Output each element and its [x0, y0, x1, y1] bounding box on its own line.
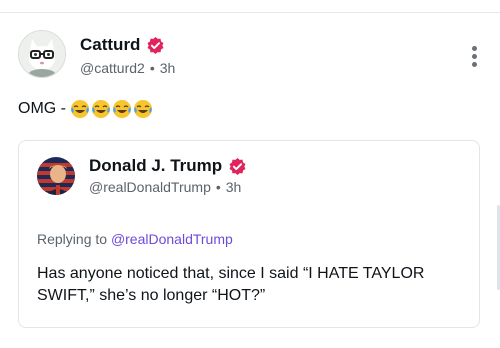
quoted-post-text: Has anyone noticed that, since I said “I…: [37, 265, 425, 304]
quoted-post-time[interactable]: 3h: [226, 179, 242, 195]
emoji-row: [70, 99, 153, 119]
tears-of-joy-emoji-icon: [92, 100, 110, 118]
author-row: Catturd: [80, 35, 165, 55]
tears-of-joy-emoji-icon: [113, 100, 131, 118]
quoted-author-row: Donald J. Trump: [89, 156, 247, 176]
quoted-author-name[interactable]: Donald J. Trump: [89, 156, 222, 176]
meta-separator: •: [149, 60, 155, 76]
quoted-avatar[interactable]: [37, 157, 75, 195]
verified-badge-icon: [228, 157, 247, 176]
replying-to-label: Replying to: [37, 231, 108, 247]
tears-of-joy-emoji-icon: [134, 100, 152, 118]
quoted-author-handle[interactable]: @realDonaldTrump: [89, 179, 211, 195]
author-name[interactable]: Catturd: [80, 35, 140, 55]
tears-of-joy-emoji-icon: [71, 100, 89, 118]
replying-to: Replying to @realDonaldTrump: [37, 231, 233, 247]
quoted-post[interactable]: Donald J. Trump @realDonaldTrump • 3h Re…: [18, 140, 480, 328]
post-meta: @catturd2 • 3h: [80, 60, 175, 76]
top-divider: [0, 12, 500, 13]
quoted-post-meta: @realDonaldTrump • 3h: [89, 179, 241, 195]
author-handle[interactable]: @catturd2: [80, 60, 145, 76]
avatar[interactable]: [18, 30, 66, 78]
post-text-content: OMG -: [18, 100, 66, 117]
post-time[interactable]: 3h: [160, 60, 176, 76]
more-vertical-icon[interactable]: [472, 46, 478, 68]
meta-separator: •: [215, 179, 221, 195]
post-text: OMG -: [18, 99, 153, 119]
verified-badge-icon: [146, 36, 165, 55]
replying-to-link[interactable]: @realDonaldTrump: [111, 231, 233, 247]
